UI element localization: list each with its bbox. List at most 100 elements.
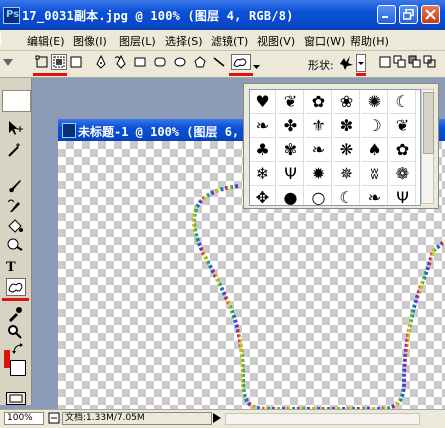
flower-2-icon[interactable]: ✿ [390, 138, 416, 162]
custom-shape-button[interactable] [231, 54, 251, 70]
line-tool-button[interactable] [211, 54, 227, 70]
butterfly-icon[interactable]: ❋ [334, 138, 360, 162]
maximize-button[interactable] [399, 5, 418, 24]
history-brush-tool[interactable] [6, 198, 26, 216]
menu-edit[interactable]: 编辑(E) [27, 33, 65, 49]
options-bar: 形状: [0, 51, 445, 78]
quick-mask-button[interactable] [6, 392, 26, 405]
leaf-splash-icon[interactable]: ✿ [306, 90, 332, 114]
star-burst-icon[interactable]: ✹ [306, 162, 332, 186]
shape-dropdown-button[interactable] [356, 54, 366, 72]
menu-window[interactable]: 窗口(W) [304, 33, 345, 49]
magic-wand-tool[interactable] [6, 142, 26, 160]
subtract-shape-icon [408, 55, 421, 68]
dodge-tool[interactable] [6, 236, 26, 254]
freeform-pen-button[interactable] [113, 54, 129, 70]
pen-tool-button[interactable] [93, 54, 109, 70]
bird-icon[interactable]: ♥ [250, 90, 276, 114]
background-color-swatch[interactable] [10, 360, 26, 376]
intersect-shape-button[interactable] [422, 54, 438, 70]
picker-scrollbar[interactable] [421, 89, 434, 204]
pinwheel-icon[interactable]: ✵ [334, 162, 360, 186]
moon-icon[interactable]: ☾ [390, 90, 416, 114]
spruce-icon[interactable]: ♣ [250, 138, 276, 162]
line-icon [213, 57, 225, 67]
scribble-icon[interactable]: ʬ [362, 162, 388, 186]
menu-image[interactable]: 图像(I) [73, 33, 107, 49]
paths-icon [53, 56, 65, 68]
grass-3-icon[interactable]: Ψ [390, 186, 416, 205]
leaf-icon[interactable]: ❧ [250, 114, 276, 138]
minimize-button[interactable] [377, 5, 396, 24]
menu-help[interactable]: 帮助(H) [350, 33, 389, 49]
custom-shape-icon [233, 58, 247, 67]
menu-view[interactable]: 视图(V) [257, 33, 295, 49]
new-layer-mode-button[interactable] [377, 54, 393, 70]
sun-burst-icon[interactable]: ✺ [362, 90, 388, 114]
ring-icon[interactable]: ○ [306, 186, 332, 205]
rectangle-icon [134, 57, 146, 67]
menu-layer[interactable]: 图层(L) [119, 33, 156, 49]
grass-icon[interactable]: ❦ [278, 90, 304, 114]
paint-bucket-icon [8, 219, 23, 233]
grass-2-icon[interactable]: Ψ [278, 162, 304, 186]
flower-icon[interactable]: ❀ [334, 90, 360, 114]
blob-icon[interactable]: ● [278, 186, 304, 205]
polygon-icon [194, 56, 206, 68]
status-icon[interactable] [48, 412, 60, 425]
play-right-icon [213, 413, 221, 423]
move-tool[interactable] [6, 120, 26, 138]
restore-icon [403, 9, 414, 20]
brush-icon [9, 180, 21, 193]
crescent-2-icon[interactable]: ☾ [334, 186, 360, 205]
photoshop-app-icon[interactable]: Ps [3, 7, 20, 24]
add-to-shape-button[interactable] [392, 54, 408, 70]
snowflake-icon[interactable]: ❄ [250, 162, 276, 186]
custom-shape-tool[interactable] [6, 278, 26, 296]
subtract-shape-button[interactable] [407, 54, 423, 70]
paw-print-icon[interactable]: ✽ [334, 114, 360, 138]
chevron-down-icon [358, 62, 364, 65]
swap-colors-icon[interactable] [12, 343, 24, 355]
tool-preset-icon[interactable] [0, 54, 16, 70]
intersect-shape-icon [423, 55, 436, 68]
freeform-pen-icon [114, 54, 126, 69]
rectangle-tool-button[interactable] [132, 54, 148, 70]
tree-icon[interactable]: ♠ [362, 138, 388, 162]
zoom-field[interactable]: 100% [4, 412, 44, 425]
paint-bucket-tool[interactable] [6, 218, 26, 236]
highlight-underline-shape-dropdown [356, 73, 366, 76]
current-shape-preview[interactable] [338, 54, 356, 72]
eyedropper-icon [9, 307, 22, 322]
leaf-3-icon[interactable]: ❧ [306, 138, 332, 162]
daisy-icon[interactable]: ✾ [278, 138, 304, 162]
ornament-icon[interactable]: ✥ [250, 186, 276, 205]
shape-layers-button[interactable] [34, 54, 50, 70]
type-tool[interactable]: T [6, 260, 26, 278]
close-button[interactable] [421, 5, 440, 24]
crescent-icon[interactable]: ☽ [362, 114, 388, 138]
window-title-bar[interactable]: Ps 17_0031副本.jpg @ 100% (图层 4, RGB/8) [0, 0, 445, 30]
shape-options-arrow[interactable] [253, 60, 260, 73]
minimize-icon [382, 16, 388, 18]
menu-select[interactable]: 选择(S) [165, 33, 203, 49]
flower-3-icon[interactable]: ❁ [390, 162, 416, 186]
eyedropper-tool[interactable] [6, 306, 26, 324]
paths-button[interactable] [51, 54, 67, 70]
fill-pixels-button[interactable] [68, 54, 84, 70]
window-title: 17_0031副本.jpg @ 100% (图层 4, RGB/8) [22, 9, 294, 23]
leaf-4-icon[interactable]: ❧ [362, 186, 388, 205]
picker-scroll-thumb[interactable] [423, 92, 434, 154]
leaf-2-icon[interactable]: ❦ [390, 114, 416, 138]
rounded-rectangle-button[interactable] [152, 54, 168, 70]
menu-cutoff [0, 33, 7, 45]
ellipse-tool-button[interactable] [172, 54, 188, 70]
zoom-tool[interactable] [6, 324, 26, 342]
brush-tool[interactable] [6, 178, 26, 196]
status-menu-arrow[interactable] [213, 413, 221, 426]
polygon-tool-button[interactable] [192, 54, 208, 70]
horizontal-scrollbar[interactable] [225, 413, 420, 425]
menu-filter[interactable]: 滤镜(T) [211, 33, 248, 49]
maple-leaf-icon[interactable]: ✤ [278, 114, 304, 138]
fleur-icon[interactable]: ⚜ [306, 114, 332, 138]
